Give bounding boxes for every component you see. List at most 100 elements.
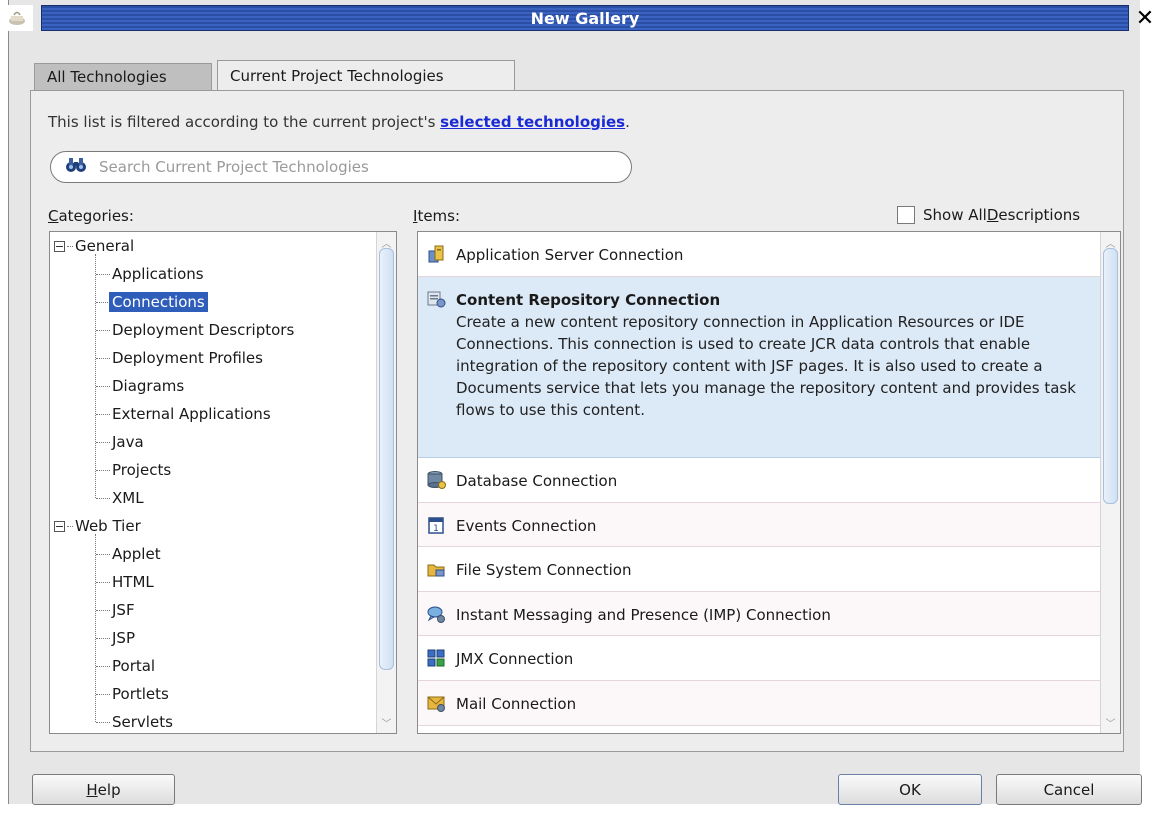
tree-node[interactable]: Deployment Profiles bbox=[96, 344, 263, 372]
categories-mnemonic: C bbox=[48, 207, 59, 225]
title-bar: New Gallery ✕ bbox=[1, 5, 1154, 31]
tree-node[interactable]: Projects bbox=[96, 456, 171, 484]
scroll-thumb[interactable] bbox=[379, 248, 394, 670]
gallery-item[interactable]: 1 Events Connection bbox=[418, 503, 1102, 547]
tree-node-label: JSP bbox=[112, 629, 135, 647]
items-scrollbar[interactable]: ︿ ﹀ bbox=[1100, 232, 1120, 733]
tree-node[interactable]: − Web Tier bbox=[54, 512, 141, 540]
help-button[interactable]: Help bbox=[32, 774, 175, 805]
tree-connector bbox=[96, 273, 110, 275]
chat-icon bbox=[426, 604, 446, 624]
tree-node[interactable]: JSP bbox=[96, 624, 135, 652]
items-list-panel: Application Server Connection Content Rep… bbox=[417, 231, 1121, 734]
tree-node-label: XML bbox=[112, 489, 144, 507]
tree-node-label: HTML bbox=[112, 573, 154, 591]
gallery-item-text: File System Connection bbox=[456, 559, 631, 581]
gallery-item[interactable]: Mail Connection bbox=[418, 681, 1102, 726]
close-icon[interactable]: ✕ bbox=[1135, 5, 1154, 31]
collapse-icon[interactable]: − bbox=[54, 240, 65, 252]
tree-node[interactable]: External Applications bbox=[96, 400, 271, 428]
tree-node[interactable]: XML bbox=[96, 484, 144, 512]
gallery-item[interactable]: JMX Connection bbox=[418, 636, 1102, 681]
tree-node-label: General bbox=[75, 237, 135, 255]
tree-node-label: Servlets bbox=[112, 713, 173, 731]
gallery-item[interactable]: Content Repository Connection Create a ne… bbox=[418, 277, 1102, 458]
tree-node[interactable]: HTML bbox=[96, 568, 154, 596]
tree-node-label: Java bbox=[112, 433, 144, 451]
tree-node[interactable]: JSF bbox=[96, 596, 135, 624]
tree-connector bbox=[96, 385, 110, 387]
items-label: Items: bbox=[413, 207, 460, 225]
show-all-descriptions-checkbox[interactable] bbox=[897, 206, 915, 224]
tree-node-label: JSF bbox=[112, 601, 135, 619]
gallery-item-text: Content Repository Connection Create a ne… bbox=[456, 289, 1094, 421]
gallery-item-text: Mail Connection bbox=[456, 693, 576, 715]
tab-all-technologies[interactable]: All Technologies bbox=[34, 63, 212, 90]
server-icon bbox=[426, 244, 446, 264]
items-label-text: tems: bbox=[417, 207, 461, 225]
gallery-item[interactable]: Application Server Connection bbox=[418, 232, 1102, 277]
scroll-down-icon[interactable]: ﹀ bbox=[377, 714, 396, 730]
tree-node[interactable]: Servlets bbox=[96, 708, 173, 733]
tree-node[interactable]: Java bbox=[96, 428, 144, 456]
scroll-down-icon[interactable]: ﹀ bbox=[1101, 714, 1120, 730]
show-all-mnemonic: D bbox=[986, 206, 999, 224]
filter-text-prefix: This list is filtered according to the c… bbox=[48, 113, 441, 131]
tree-node[interactable]: Deployment Descriptors bbox=[96, 316, 294, 344]
gallery-item[interactable]: Database Connection bbox=[418, 458, 1102, 503]
tree-node-label: Applications bbox=[112, 265, 204, 283]
tab-panel: This list is filtered according to the c… bbox=[30, 90, 1124, 752]
gallery-item-title: Content Repository Connection bbox=[456, 291, 721, 309]
search-input[interactable] bbox=[97, 157, 577, 177]
svg-text:1: 1 bbox=[433, 524, 439, 534]
tree-node-label: Projects bbox=[112, 461, 172, 479]
window-title: New Gallery bbox=[530, 8, 640, 28]
tree-node[interactable]: Applet bbox=[96, 540, 161, 568]
binoculars-icon bbox=[65, 156, 87, 178]
database-icon bbox=[426, 470, 446, 490]
tree-node[interactable]: Connections bbox=[96, 288, 208, 316]
tree-node[interactable]: Portlets bbox=[96, 680, 169, 708]
gallery-item[interactable]: File System Connection bbox=[418, 547, 1102, 592]
categories-tree-panel: − General Applications Connections Deploymen… bbox=[49, 231, 397, 734]
categories-scrollbar[interactable]: ︿ ﹀ bbox=[376, 232, 396, 733]
selected-technologies-link[interactable]: selected technologies bbox=[440, 113, 625, 131]
cancel-button[interactable]: Cancel bbox=[996, 774, 1142, 805]
gallery-item-description: Create a new content repository connecti… bbox=[456, 313, 1076, 419]
tree-connector bbox=[96, 609, 110, 611]
gallery-item[interactable]: Instant Messaging and Presence (IMP) Con… bbox=[418, 592, 1102, 636]
tree-node[interactable]: Diagrams bbox=[96, 372, 184, 400]
filter-text-suffix: . bbox=[625, 113, 630, 131]
tree-connector bbox=[96, 581, 110, 583]
tree-node[interactable]: Applications bbox=[96, 260, 204, 288]
gallery-item-title: File System Connection bbox=[456, 561, 632, 579]
help-label: elp bbox=[97, 780, 121, 799]
tab-label: Current Project Technologies bbox=[230, 66, 444, 85]
scroll-thumb[interactable] bbox=[1103, 248, 1118, 504]
jmx-icon bbox=[426, 648, 446, 668]
show-all-label-rest: escriptions bbox=[998, 206, 1081, 224]
tree-node-label: Deployment Profiles bbox=[112, 349, 263, 367]
tree-connector bbox=[96, 553, 110, 555]
categories-tree[interactable]: − General Applications Connections Deploymen… bbox=[50, 232, 378, 733]
categories-label-text: ategories: bbox=[58, 207, 134, 225]
tab-current-project-technologies[interactable]: Current Project Technologies bbox=[217, 60, 515, 90]
tree-guide-line bbox=[95, 534, 96, 722]
gallery-item-title: Mail Connection bbox=[456, 695, 577, 713]
gallery-item-text: Instant Messaging and Presence (IMP) Con… bbox=[456, 604, 831, 626]
search-field[interactable] bbox=[50, 151, 632, 183]
title-strip[interactable]: New Gallery bbox=[41, 5, 1129, 31]
tree-connector bbox=[96, 301, 110, 303]
tree-node-label: Deployment Descriptors bbox=[112, 321, 295, 339]
collapse-icon[interactable]: − bbox=[54, 520, 65, 532]
gallery-item-text: Events Connection bbox=[456, 515, 596, 537]
tree-node-label: Connections bbox=[109, 292, 208, 312]
show-all-descriptions[interactable]: Show All Descriptions bbox=[897, 206, 1080, 224]
tree-connector bbox=[67, 525, 73, 527]
categories-label: Categories: bbox=[48, 207, 134, 225]
tree-node-label: Applet bbox=[112, 545, 161, 563]
ok-button[interactable]: OK bbox=[838, 774, 982, 805]
tree-node[interactable]: Portal bbox=[96, 652, 155, 680]
tree-connector bbox=[96, 413, 110, 415]
gallery-item-title: Events Connection bbox=[456, 517, 597, 535]
